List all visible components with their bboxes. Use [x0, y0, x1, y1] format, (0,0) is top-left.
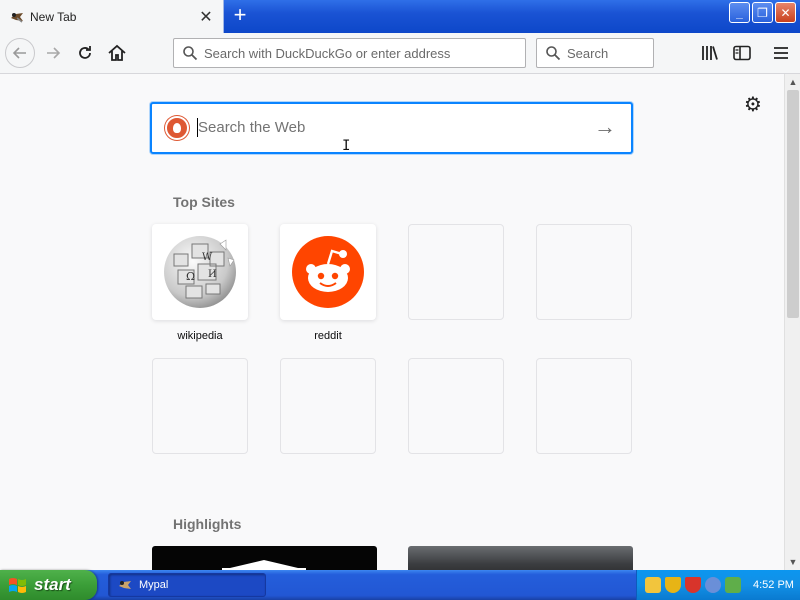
top-site-label: wikipedia	[177, 330, 223, 342]
search-icon	[183, 46, 198, 61]
svg-text:W: W	[202, 252, 213, 263]
mypal-favicon-icon	[9, 9, 25, 25]
home-icon	[108, 44, 126, 61]
top-site-empty-slot[interactable]	[280, 358, 376, 454]
duckduckgo-logo-icon	[165, 116, 189, 140]
clock: 4:52 PM	[753, 579, 794, 591]
search-bar-placeholder: Search	[567, 45, 609, 61]
volume-icon[interactable]	[725, 577, 741, 593]
antivirus-shield-icon[interactable]	[685, 577, 701, 593]
top-sites-title: Top Sites	[173, 194, 235, 210]
menu-button[interactable]	[771, 43, 791, 63]
highlight-card[interactable]	[408, 546, 633, 570]
nav-toolbar: Search with DuckDuckGo or enter address …	[0, 33, 800, 74]
system-tray: 4:52 PM	[636, 570, 800, 600]
scroll-down-arrow-icon[interactable]: ▼	[785, 554, 800, 570]
svg-text:И: И	[208, 269, 217, 280]
close-window-button[interactable]: ✕	[775, 2, 796, 23]
hamburger-menu-icon	[774, 47, 788, 59]
page-scrollbar[interactable]: ▲ ▼	[784, 74, 800, 570]
home-button[interactable]	[105, 41, 129, 65]
start-button[interactable]: start	[0, 570, 97, 600]
tab-new-tab[interactable]: New Tab ✕	[0, 0, 224, 34]
minimize-button[interactable]: _	[729, 2, 750, 23]
scrollbar-thumb[interactable]	[787, 90, 799, 318]
top-site-empty-slot[interactable]	[152, 358, 248, 454]
wikipedia-globe-icon: Ω W И	[164, 236, 236, 308]
tab-title: New Tab	[30, 10, 77, 24]
reload-icon	[79, 46, 91, 59]
highlights-title: Highlights	[173, 516, 242, 532]
scroll-up-arrow-icon[interactable]: ▲	[785, 74, 800, 90]
top-site-empty-slot[interactable]	[408, 224, 504, 320]
search-icon	[546, 46, 561, 61]
back-button[interactable]	[5, 38, 35, 68]
connection-icon[interactable]	[705, 577, 721, 593]
library-icon	[702, 46, 718, 60]
reload-button[interactable]	[74, 42, 96, 64]
top-site-empty-slot[interactable]	[536, 224, 632, 320]
screen: New Tab ✕ + _ ❐ ✕ Search with DuckDuckGo…	[0, 0, 800, 600]
ibeam-cursor-icon: I	[342, 138, 351, 154]
highlight-card[interactable]	[152, 546, 377, 570]
top-site-tile-reddit[interactable]	[280, 224, 376, 320]
top-site-label: reddit	[314, 330, 342, 342]
new-tab-button[interactable]: +	[229, 4, 251, 27]
new-tab-page: ⚙ Search the Web → I Top Sites Ω W И wik…	[0, 74, 784, 570]
search-submit-arrow-icon[interactable]: →	[593, 116, 617, 140]
sidebar-icon	[733, 45, 751, 61]
start-label: start	[34, 575, 71, 594]
mypal-app-icon	[119, 581, 131, 589]
network-keys-icon[interactable]	[645, 577, 661, 593]
web-search-placeholder: Search the Web	[198, 119, 306, 136]
web-search-box[interactable]: Search the Web →	[150, 102, 633, 154]
taskbar: start Mypal 4:52 PM	[0, 570, 800, 600]
library-button[interactable]	[700, 43, 720, 63]
security-shield-icon[interactable]	[665, 577, 681, 593]
close-tab-icon[interactable]: ✕	[195, 6, 217, 28]
svg-text:Ω: Ω	[186, 270, 195, 283]
arrow-right-icon	[47, 47, 61, 59]
forward-button[interactable]	[42, 42, 64, 64]
reddit-alien-icon	[292, 236, 364, 308]
window-controls: _ ❐ ✕	[729, 2, 796, 23]
windows-flag-icon	[8, 576, 28, 594]
settings-gear-icon[interactable]: ⚙	[742, 94, 764, 116]
top-site-empty-slot[interactable]	[408, 358, 504, 454]
sidebar-button[interactable]	[732, 43, 752, 63]
arrow-left-icon	[12, 47, 26, 59]
search-bar[interactable]: Search	[536, 38, 654, 68]
top-site-empty-slot[interactable]	[536, 358, 632, 454]
top-site-tile-wikipedia[interactable]: Ω W И	[152, 224, 248, 320]
title-bar: New Tab ✕ + _ ❐ ✕	[0, 0, 800, 34]
url-bar[interactable]: Search with DuckDuckGo or enter address	[173, 38, 526, 68]
url-bar-placeholder: Search with DuckDuckGo or enter address	[204, 45, 451, 61]
taskbar-item-mypal[interactable]: Mypal	[108, 573, 266, 597]
maximize-button[interactable]: ❐	[752, 2, 773, 23]
taskbar-item-label: Mypal	[139, 579, 169, 591]
highlight-thumbnail	[222, 560, 306, 570]
